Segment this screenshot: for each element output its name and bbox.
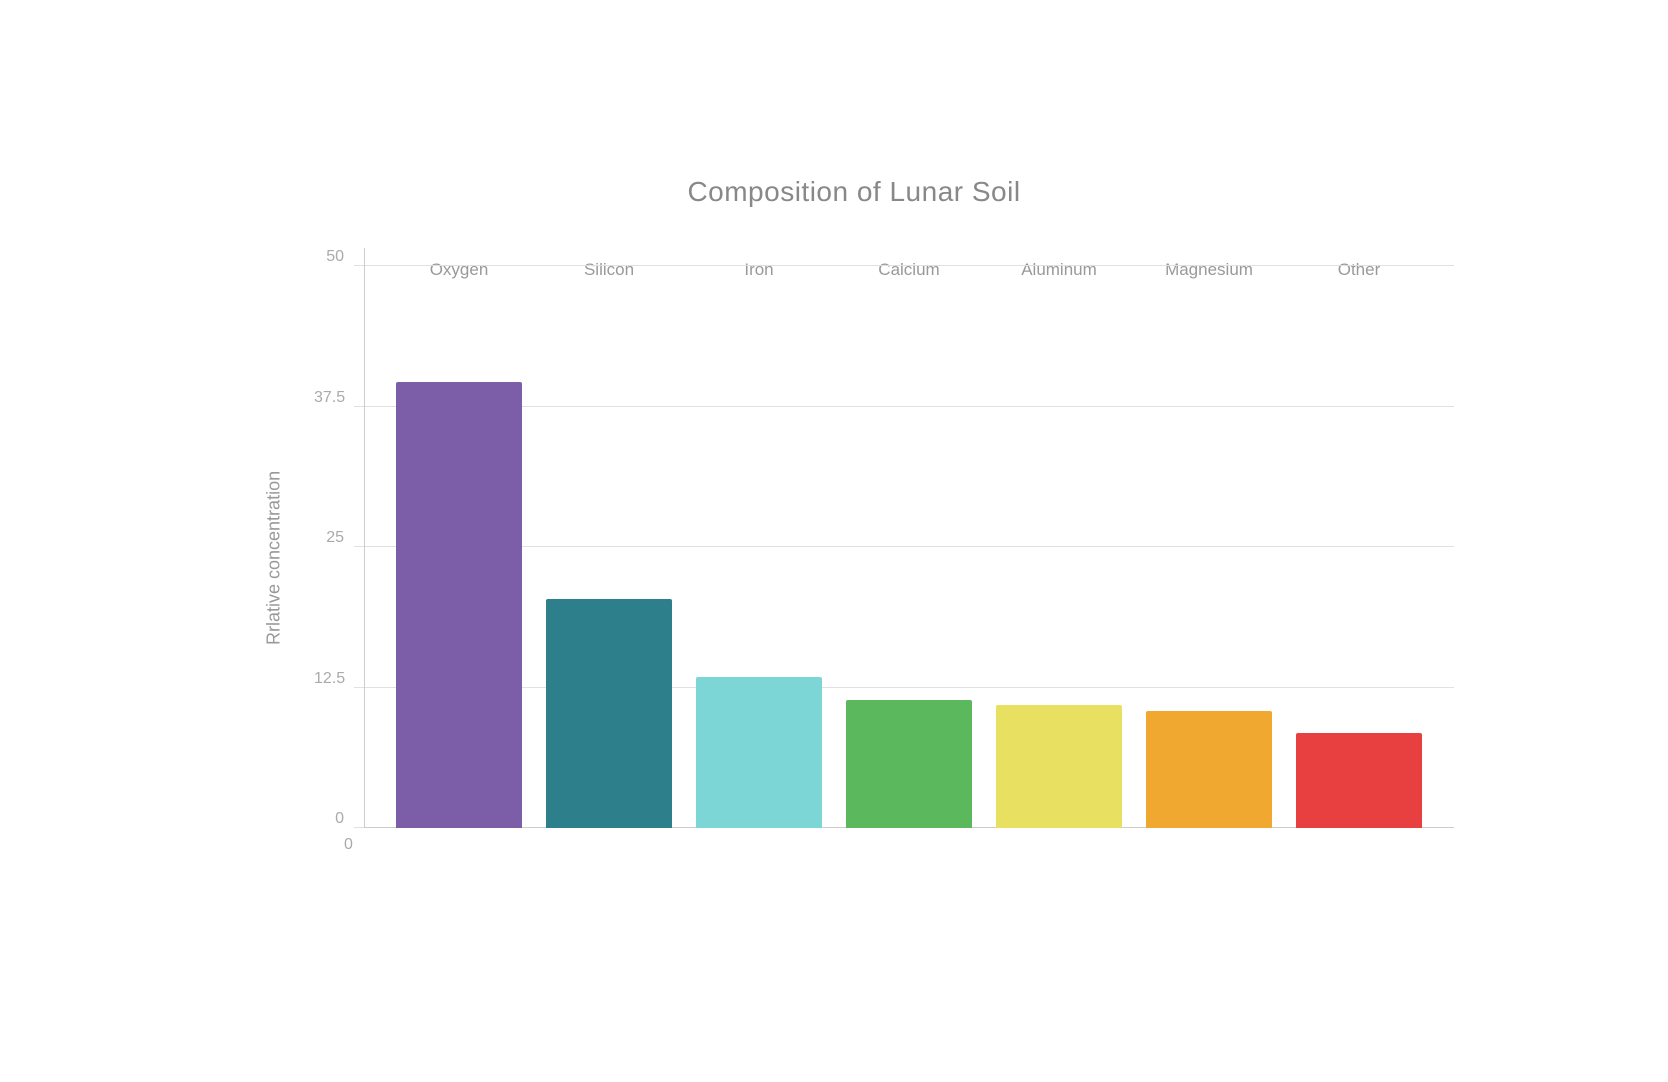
chart-container: Composition of Lunar Soil Rrlative conce… — [134, 116, 1534, 966]
bar-group — [684, 248, 834, 828]
bar-group — [834, 248, 984, 828]
bars-wrapper — [364, 248, 1454, 828]
chart-area: Rrlative concentration 50 37.5 25 12.5 0… — [254, 248, 1454, 868]
y-tick-label: 0 — [314, 810, 354, 828]
bar-calcium[interactable] — [846, 700, 972, 828]
bar-group — [984, 248, 1134, 828]
bar-group — [1284, 248, 1434, 828]
zero-label: 0 — [344, 836, 353, 854]
bar-other[interactable] — [1296, 733, 1422, 828]
y-tick-label: 25 — [314, 529, 354, 547]
bar-group — [534, 248, 684, 828]
bar-magnesium[interactable] — [1146, 711, 1272, 828]
bar-silicon[interactable] — [546, 599, 672, 828]
y-tick-label: 12.5 — [314, 670, 354, 688]
bar-group — [384, 248, 534, 828]
bar-aluminum[interactable] — [996, 705, 1122, 828]
y-tick-label: 37.5 — [314, 389, 354, 407]
y-axis-label: Rrlative concentration — [254, 248, 294, 868]
plot-area: 50 37.5 25 12.5 0 0 OxygenSiliconIronCal… — [314, 248, 1454, 868]
chart-title: Composition of Lunar Soil — [254, 176, 1454, 208]
y-tick-label: 50 — [314, 248, 354, 266]
bar-iron[interactable] — [696, 677, 822, 828]
bar-oxygen[interactable] — [396, 382, 522, 828]
bar-group — [1134, 248, 1284, 828]
